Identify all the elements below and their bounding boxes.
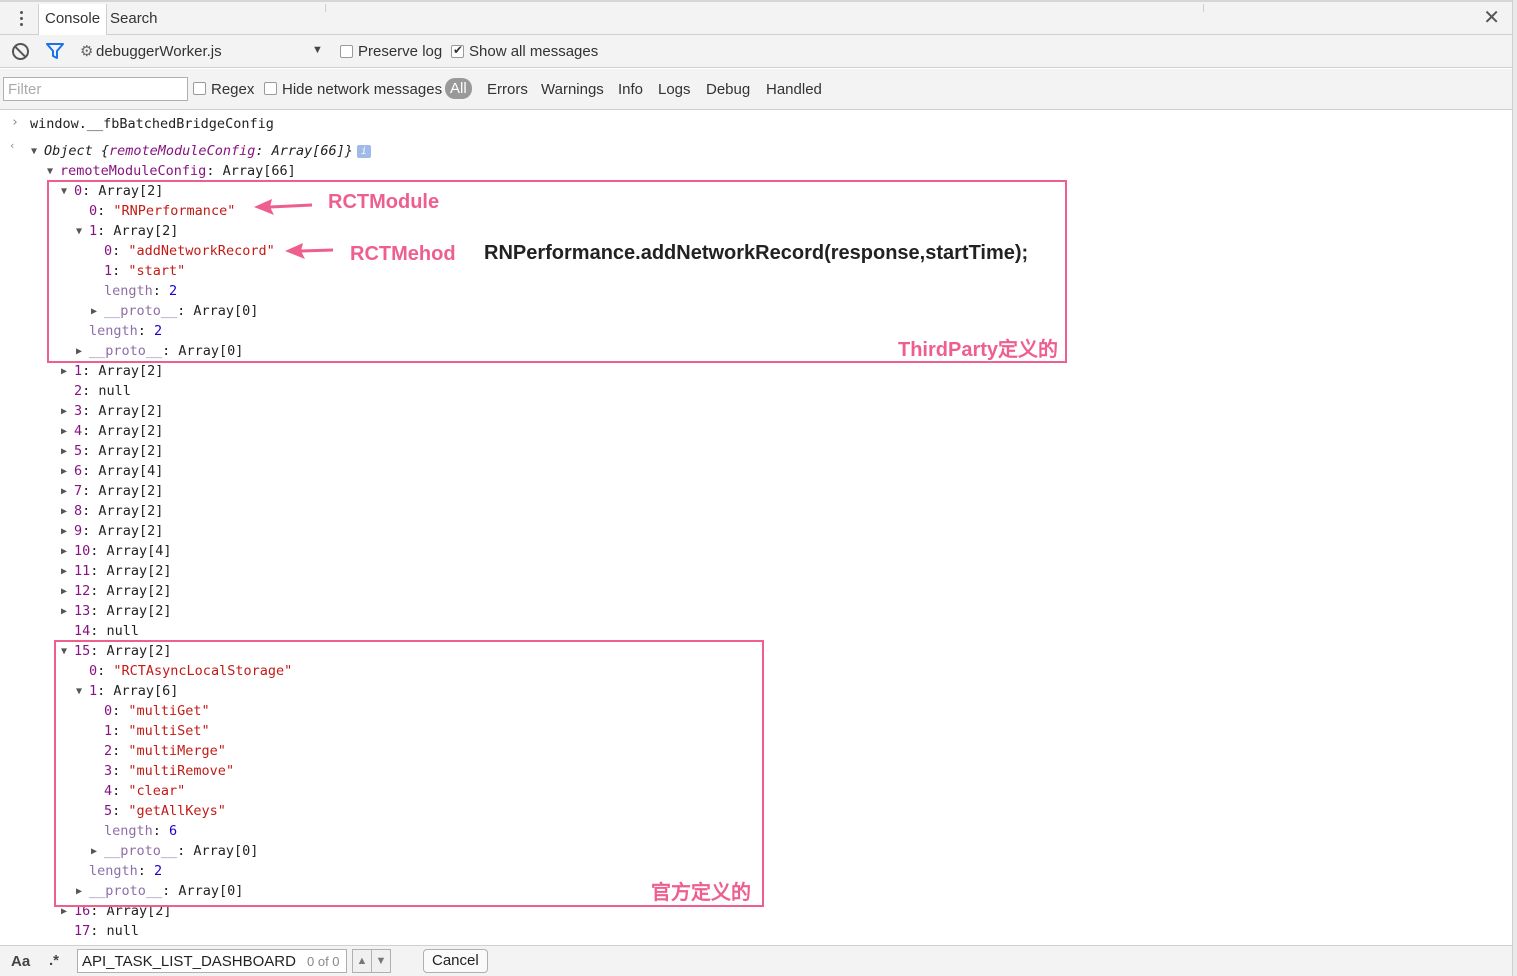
chevron-down-icon[interactable]: ▼	[312, 44, 323, 56]
expand-triangle-icon[interactable]: ▼	[47, 166, 53, 177]
tree-row[interactable]: remoteModuleConfig: Array[66]	[60, 161, 296, 181]
tree-row[interactable]: 11: Array[2]	[74, 561, 172, 581]
hide-network-checkbox[interactable]	[264, 82, 277, 95]
collapse-triangle-icon[interactable]: ▶	[61, 486, 67, 497]
arrow-icon	[285, 243, 334, 259]
preserve-log-label[interactable]: Preserve log	[358, 43, 442, 60]
hide-network-label[interactable]: Hide network messages	[282, 81, 442, 98]
filter-input[interactable]	[3, 77, 188, 101]
level-handled-button[interactable]: Handled	[766, 81, 822, 98]
collapse-triangle-icon[interactable]: ▶	[61, 426, 67, 437]
tree-row[interactable]: 3: Array[2]	[74, 401, 163, 421]
filter-icon[interactable]	[46, 43, 64, 60]
search-bar: Aa .* 0 of 0 ▲ ▼ Cancel	[0, 945, 1512, 976]
regex-label[interactable]: Regex	[211, 81, 254, 98]
tree-row: 14: null	[74, 623, 140, 639]
collapse-triangle-icon[interactable]: ▶	[61, 566, 67, 577]
result-prompt-icon: ‹	[9, 139, 16, 152]
tree-row[interactable]: 9: Array[2]	[74, 521, 163, 541]
collapse-triangle-icon[interactable]: ▶	[61, 466, 67, 477]
context-selector[interactable]: debuggerWorker.js	[96, 43, 222, 60]
collapse-triangle-icon[interactable]: ▶	[61, 546, 67, 557]
collapse-triangle-icon[interactable]: ▶	[61, 906, 67, 917]
console-output: › window.__fbBatchedBridgeConfig ‹ ▼ Obj…	[0, 111, 1512, 945]
tree-row[interactable]: 7: Array[2]	[74, 481, 163, 501]
close-drawer-icon[interactable]: ✕	[1483, 7, 1500, 29]
annotation-call-example: RNPerformance.addNetworkRecord(response,…	[484, 242, 1029, 264]
console-input-line: window.__fbBatchedBridgeConfig	[30, 116, 274, 132]
tree-row: 17: null	[74, 923, 140, 939]
divider	[325, 4, 326, 12]
gear-icon: ⚙	[80, 43, 94, 60]
clear-console-icon[interactable]	[12, 43, 29, 60]
preserve-log-checkbox[interactable]	[340, 45, 353, 58]
tab-search[interactable]: Search	[104, 4, 164, 35]
input-prompt-icon: ›	[11, 115, 19, 130]
tree-row[interactable]: 4: Array[2]	[74, 421, 163, 441]
collapse-triangle-icon[interactable]: ▶	[61, 506, 67, 517]
match-count: 0 of 0	[307, 954, 340, 969]
annotation-rctmodule: RCTModule	[328, 191, 440, 213]
collapse-triangle-icon[interactable]: ▶	[61, 526, 67, 537]
drawer-tab-bar: Console Search ✕	[0, 0, 1512, 35]
tree-row[interactable]: 12: Array[2]	[74, 581, 172, 601]
show-all-messages-label[interactable]: Show all messages	[469, 43, 598, 60]
expand-triangle-icon[interactable]: ▼	[31, 146, 37, 157]
console-toolbar: ⚙ debuggerWorker.js ▼ Preserve log Show …	[0, 35, 1512, 68]
window-edge	[1512, 0, 1517, 976]
tree-row[interactable]: 10: Array[4]	[74, 541, 172, 561]
previous-match-button[interactable]: ▲	[352, 949, 372, 973]
tree-row[interactable]: 5: Array[2]	[74, 441, 163, 461]
cancel-search-button[interactable]: Cancel	[423, 949, 488, 973]
match-case-toggle[interactable]: Aa	[11, 953, 30, 970]
more-options-icon[interactable]	[14, 11, 28, 27]
tree-row[interactable]: 6: Array[4]	[74, 461, 163, 481]
level-warnings-button[interactable]: Warnings	[541, 81, 604, 98]
console-filter-bar: Regex Hide network messages All Errors W…	[0, 69, 1512, 110]
tab-console[interactable]: Console	[38, 4, 108, 35]
collapse-triangle-icon[interactable]: ▶	[61, 366, 67, 377]
tree-row[interactable]: 13: Array[2]	[74, 601, 172, 621]
collapse-triangle-icon[interactable]: ▶	[61, 586, 67, 597]
arrow-icon	[254, 199, 313, 215]
annotation-thirdparty: ThirdParty定义的	[898, 339, 1059, 361]
annotation-rctmethod: RCTMehod	[350, 243, 456, 265]
info-icon[interactable]: i	[356, 144, 371, 158]
tree-row[interactable]: 8: Array[2]	[74, 501, 163, 521]
level-all-button[interactable]: All	[445, 78, 472, 99]
collapse-triangle-icon[interactable]: ▶	[61, 406, 67, 417]
regex-checkbox[interactable]	[193, 82, 206, 95]
regex-toggle[interactable]: .*	[49, 952, 59, 969]
next-match-button[interactable]: ▼	[371, 949, 391, 973]
level-debug-button[interactable]: Debug	[706, 81, 750, 98]
tree-row: 2: null	[74, 383, 131, 399]
collapse-triangle-icon[interactable]: ▶	[61, 606, 67, 617]
divider	[1203, 4, 1204, 12]
level-info-button[interactable]: Info	[618, 81, 643, 98]
show-all-messages-checkbox[interactable]	[451, 43, 464, 58]
tree-row[interactable]: 1: Array[2]	[74, 361, 163, 381]
level-logs-button[interactable]: Logs	[658, 81, 691, 98]
result-object-summary[interactable]: Object {remoteModuleConfig: Array[66]} i	[44, 141, 371, 161]
collapse-triangle-icon[interactable]: ▶	[61, 446, 67, 457]
official-highlight-box	[54, 640, 764, 907]
annotation-official: 官方定义的	[651, 882, 751, 904]
level-errors-button[interactable]: Errors	[487, 81, 528, 98]
